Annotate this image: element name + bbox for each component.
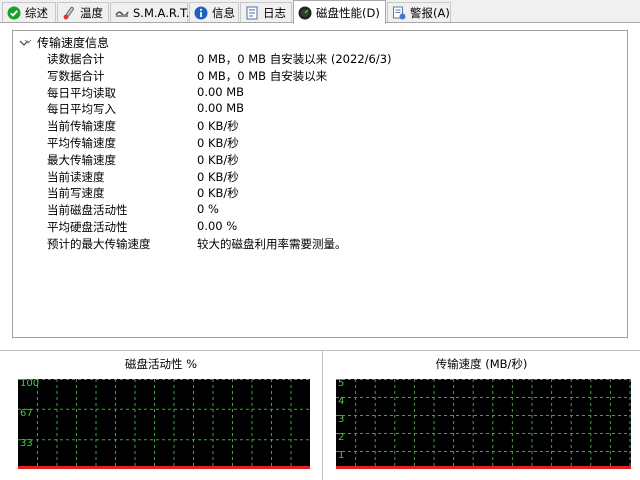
- row-value: 0.00 MB: [197, 84, 245, 99]
- row-value: 较大的磁盘利用率需要测量。: [197, 236, 347, 251]
- group-title: 传输速度信息: [37, 35, 110, 50]
- y-tick-label: 4: [338, 396, 345, 407]
- info-row: 每日平均写入 0.00 MB: [13, 100, 627, 117]
- transfer-speed-graph: 5 4 3 2 1: [336, 378, 631, 469]
- info-row: 预计的最大传输速度 较大的磁盘利用率需要测量。: [13, 235, 627, 252]
- row-value: 0 KB/秒: [197, 169, 239, 184]
- disk-activity-graph: 100 67 33: [18, 378, 310, 469]
- transfer-info-panel[interactable]: 传输速度信息 读数据合计 0 MB，0 MB 自安装以来 (2022/6/3) 写…: [12, 30, 628, 338]
- row-label: 当前写速度: [47, 186, 105, 201]
- tab-label: 警报(A): [410, 5, 450, 20]
- info-row: 当前传输速度 0 KB/秒: [13, 117, 627, 134]
- row-label: 平均硬盘活动性: [47, 219, 128, 234]
- row-label: 当前传输速度: [47, 119, 116, 134]
- tab-smart[interactable]: S.M.A.R.T.: [110, 2, 190, 22]
- y-tick-label: 2: [338, 432, 345, 443]
- row-label: 预计的最大传输速度: [47, 236, 151, 251]
- info-row: 当前写速度 0 KB/秒: [13, 184, 627, 201]
- y-tick-label: 3: [338, 414, 345, 425]
- info-row: 最大传输速度 0 KB/秒: [13, 151, 627, 168]
- performance-gauge-icon: [298, 6, 312, 20]
- tab-label: S.M.A.R.T.: [133, 5, 190, 20]
- row-label: 写数据合计: [47, 68, 105, 83]
- tab-log[interactable]: 日志: [240, 2, 292, 22]
- tab-label: 磁盘性能(D): [316, 5, 380, 20]
- row-value: 0.00 MB: [197, 101, 245, 116]
- tab-disk-performance[interactable]: 磁盘性能(D): [293, 0, 386, 24]
- tab-info[interactable]: 信息: [189, 2, 239, 22]
- info-icon: [194, 6, 208, 20]
- row-label: 平均传输速度: [47, 135, 116, 150]
- row-value: 0 MB，0 MB 自安装以来: [197, 68, 328, 83]
- tab-label: 综述: [25, 5, 48, 20]
- transfer-speed-card: 传输速度 (MB/秒) 5 4 3 2 1: [322, 350, 640, 480]
- info-row: 写数据合计 0 MB，0 MB 自安装以来: [13, 67, 627, 84]
- row-label: 每日平均读取: [47, 85, 116, 100]
- tab-label: 信息: [212, 5, 235, 20]
- info-row: 当前磁盘活动性 0 %: [13, 201, 627, 218]
- row-label: 每日平均写入: [47, 102, 116, 117]
- disk-activity-card: 磁盘活动性 % 100 67 33: [0, 350, 322, 480]
- row-value: 0 KB/秒: [197, 135, 239, 150]
- info-rows: 读数据合计 0 MB，0 MB 自安装以来 (2022/6/3) 写数据合计 0 M…: [13, 50, 627, 252]
- smart-icon: [115, 6, 129, 20]
- log-icon: [245, 6, 259, 20]
- info-row: 读数据合计 0 MB，0 MB 自安装以来 (2022/6/3): [13, 50, 627, 67]
- info-row: 每日平均读取 0.00 MB: [13, 84, 627, 101]
- row-label: 当前磁盘活动性: [47, 203, 128, 218]
- tab-strip: 综述 温度 S.M.A.R.T. 信息 日志 磁盘性能(D) 警报(A): [0, 0, 640, 24]
- tab-label: 温度: [80, 5, 103, 20]
- y-tick-label: 100: [20, 378, 40, 389]
- tab-alerts[interactable]: 警报(A): [387, 2, 451, 22]
- thermometer-icon: [62, 6, 76, 20]
- info-row: 平均传输速度 0 KB/秒: [13, 134, 627, 151]
- row-value: 0 MB，0 MB 自安装以来 (2022/6/3): [197, 52, 392, 66]
- row-value: 0 KB/秒: [197, 152, 239, 167]
- transfer-graph-svg: [336, 379, 631, 469]
- info-row: 平均硬盘活动性 0.00 %: [13, 218, 627, 235]
- transfer-speed-title: 传输速度 (MB/秒): [435, 357, 528, 371]
- row-value: 0 KB/秒: [197, 119, 239, 134]
- info-row: 当前读速度 0 KB/秒: [13, 168, 627, 185]
- tab-overview[interactable]: 综述: [2, 2, 56, 22]
- row-label: 当前读速度: [47, 169, 105, 184]
- y-tick-label: 67: [20, 407, 33, 419]
- row-label: 最大传输速度: [47, 152, 116, 167]
- disk-activity-title: 磁盘活动性 %: [124, 357, 198, 371]
- row-value: 0 %: [197, 202, 219, 217]
- collapse-chevron-icon: [19, 37, 33, 47]
- tab-label: 日志: [263, 5, 286, 20]
- row-label: 读数据合计: [47, 52, 105, 66]
- y-tick-label: 33: [20, 438, 33, 450]
- alert-document-icon: [392, 6, 406, 20]
- tab-temperature[interactable]: 温度: [57, 2, 109, 22]
- y-tick-label: 1: [338, 450, 345, 461]
- y-tick-label: 5: [338, 378, 345, 389]
- row-value: 0.00 %: [197, 218, 238, 233]
- row-value: 0 KB/秒: [197, 186, 239, 201]
- green-check-icon: [7, 6, 21, 20]
- group-header[interactable]: 传输速度信息: [19, 34, 109, 50]
- activity-graph-svg: [18, 379, 310, 469]
